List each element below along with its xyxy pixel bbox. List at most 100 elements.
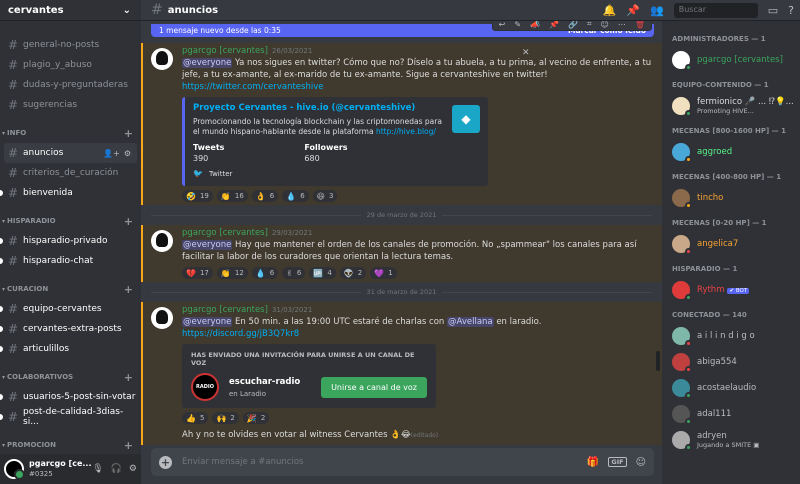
thread-icon[interactable]: ⌗ <box>587 21 592 29</box>
reply-icon[interactable]: ↩ <box>499 21 506 29</box>
gif-icon[interactable]: GIF <box>608 457 627 467</box>
reaction-chip[interactable]: 👽 2 <box>339 267 367 279</box>
member-item[interactable]: aggroed <box>662 139 800 165</box>
reaction-chip[interactable]: 🙌 2 <box>212 412 239 424</box>
channel-item[interactable]: # hisparadio-chat <box>0 251 137 271</box>
channel-item[interactable]: # usuarios-5-post-sin-votar <box>0 387 137 407</box>
member-item[interactable]: acostaelaudio <box>662 375 800 401</box>
member-item[interactable]: angelica7 <box>662 231 800 257</box>
channel-item[interactable]: # anuncios 👤+ ⚙ <box>4 143 137 163</box>
embed-desc-link[interactable]: http://hive.blog/ <box>376 127 436 136</box>
gift-icon[interactable]: 🎁 <box>587 457 599 468</box>
pin-message-icon[interactable]: 📌 <box>549 21 559 29</box>
more-icon[interactable]: ⋯ <box>618 21 626 29</box>
search-input[interactable]: Buscar <box>673 2 758 18</box>
author-avatar[interactable] <box>151 48 173 70</box>
user-info[interactable]: pgarcgo [ce... #0325 <box>24 459 92 479</box>
composer-input[interactable]: Enviar mensaje a #anuncios <box>182 457 303 467</box>
close-icon[interactable]: ✕ <box>522 48 530 58</box>
pin-icon[interactable]: 📌 <box>626 4 640 17</box>
megaphone-icon[interactable]: 📣 <box>530 21 540 29</box>
add-channel-icon[interactable]: + <box>124 439 133 452</box>
category-header[interactable]: ▾ CURACION + <box>0 279 141 299</box>
scrollbar-thumb[interactable] <box>656 351 660 371</box>
embed-title[interactable]: Proyecto Cervantes - hive.io (@cervantes… <box>193 103 480 113</box>
member-item[interactable]: abiga554 <box>662 349 800 375</box>
category-header[interactable]: ▾ COLABORATIVOS + <box>0 367 141 387</box>
channel-item[interactable]: # sugerencias <box>0 95 137 115</box>
member-info: pgarcgo [cervantes] <box>697 55 783 65</box>
settings-gear-icon[interactable]: ⚙ <box>129 464 137 474</box>
mention[interactable]: @everyone <box>182 240 233 250</box>
member-item[interactable]: adryen Jugando a SMITE ▣ <box>662 427 800 453</box>
reaction-chip[interactable]: ✌ 6 <box>282 267 306 279</box>
reaction-chip[interactable]: 👌 6 <box>251 190 279 202</box>
category-header[interactable]: ▾ PROMOCION + <box>0 435 141 454</box>
add-channel-icon[interactable]: + <box>124 215 133 228</box>
upload-plus-icon[interactable]: + <box>159 455 172 469</box>
emoji-icon[interactable]: ☺ <box>636 457 646 468</box>
channel-item[interactable]: # general-no-posts <box>0 35 137 55</box>
help-icon[interactable]: ? <box>788 4 794 17</box>
channel-item[interactable]: # post-de-calidad-3dias-si... <box>0 407 137 427</box>
mute-mic-icon[interactable]: 🎙 <box>92 464 103 474</box>
invite-icon[interactable]: 👤+ <box>103 149 120 158</box>
user-panel: pgarcgo [ce... #0325 🎙 🎧 ⚙ <box>0 454 141 484</box>
user-avatar[interactable] <box>4 459 25 480</box>
reaction-chip[interactable]: 💧 6 <box>251 267 279 279</box>
message-link[interactable]: https://discord.gg/jB3Q7kr8 <box>182 329 299 339</box>
add-reaction-icon[interactable]: ☺ <box>601 21 609 29</box>
member-name-text: adal111 <box>697 409 732 419</box>
add-channel-icon[interactable]: + <box>124 283 133 296</box>
inbox-icon[interactable]: ▭ <box>768 4 778 17</box>
reaction-chip[interactable]: 💧 6 <box>282 190 309 202</box>
message-link[interactable]: https://twitter.com/cervanteshive <box>182 82 323 92</box>
reaction-chip[interactable]: 🆙 4 <box>309 267 336 279</box>
mention[interactable]: @everyone <box>182 317 233 327</box>
add-channel-icon[interactable]: + <box>124 127 133 140</box>
trash-icon[interactable]: 🗑 <box>635 21 645 29</box>
message-composer[interactable]: + Enviar mensaje a #anuncios 🎁 GIF ☺ <box>151 448 654 476</box>
join-voice-button[interactable]: Unirse a canal de voz <box>321 376 427 398</box>
channel-item[interactable]: # articulillos <box>0 339 137 359</box>
headphones-icon[interactable]: 🎧 <box>111 464 122 474</box>
mention[interactable]: @everyone <box>182 58 233 68</box>
add-channel-icon[interactable]: + <box>124 371 133 384</box>
reaction-chip[interactable]: 💜 1 <box>370 267 397 279</box>
channel-item[interactable]: # criterios_de_curación <box>0 163 137 183</box>
reaction-chip[interactable]: 🤣 19 <box>182 190 213 202</box>
reaction-chip[interactable]: 😆 3 <box>312 190 338 202</box>
channel-item[interactable]: # cervantes-extra-posts <box>0 319 137 339</box>
reaction-chip[interactable]: 👏 12 <box>216 267 248 279</box>
mention[interactable]: @Avellana <box>447 317 494 327</box>
members-icon[interactable]: 👥 <box>650 4 664 17</box>
member-item[interactable]: fermionico 🎤 ... ⁉💡... Promoting HIVE... <box>662 93 800 119</box>
member-item[interactable]: adal111 <box>662 401 800 427</box>
category-header[interactable]: ▾ INFO + <box>0 123 141 143</box>
reaction-chip[interactable]: 👍 5 <box>182 412 209 424</box>
reaction-chip[interactable]: 💔 17 <box>182 267 213 279</box>
channel-item[interactable]: # equipo-cervantes <box>0 299 137 319</box>
author-name[interactable]: pgarcgo [cervantes] <box>182 228 268 238</box>
edit-icon[interactable]: ✎ <box>514 21 521 29</box>
channel-item[interactable]: # hisparadio-privado <box>0 231 137 251</box>
author-avatar[interactable] <box>151 307 173 329</box>
member-item[interactable]: pgarcgo [cervantes] <box>662 47 800 73</box>
author-avatar[interactable] <box>151 230 173 252</box>
category-header[interactable]: ▾ HISPARADIO + <box>0 211 141 231</box>
channel-item[interactable]: # dudas-y-preguntaderas <box>0 75 137 95</box>
member-item[interactable]: a i l i n d i g o <box>662 323 800 349</box>
author-name[interactable]: pgarcgo [cervantes] <box>182 305 268 315</box>
reaction-chip[interactable]: 🎉 2 <box>242 412 270 424</box>
reaction-chip[interactable]: 👏 16 <box>216 190 248 202</box>
author-name[interactable]: pgarcgo [cervantes] <box>182 46 268 56</box>
channel-item[interactable]: # bienvenida <box>0 183 137 203</box>
server-header[interactable]: cervantes ⌄ <box>0 0 141 21</box>
member-item[interactable]: tincho <box>662 185 800 211</box>
link-icon[interactable]: 🔗 <box>568 21 578 29</box>
member-item[interactable]: Rythm ✔ BOT <box>662 277 800 303</box>
member-avatar <box>672 51 692 71</box>
channel-item[interactable]: # plagio_y_abuso <box>0 55 137 75</box>
bell-icon[interactable]: 🔔 <box>603 4 617 17</box>
channel-settings-icon[interactable]: ⚙ <box>124 149 131 158</box>
